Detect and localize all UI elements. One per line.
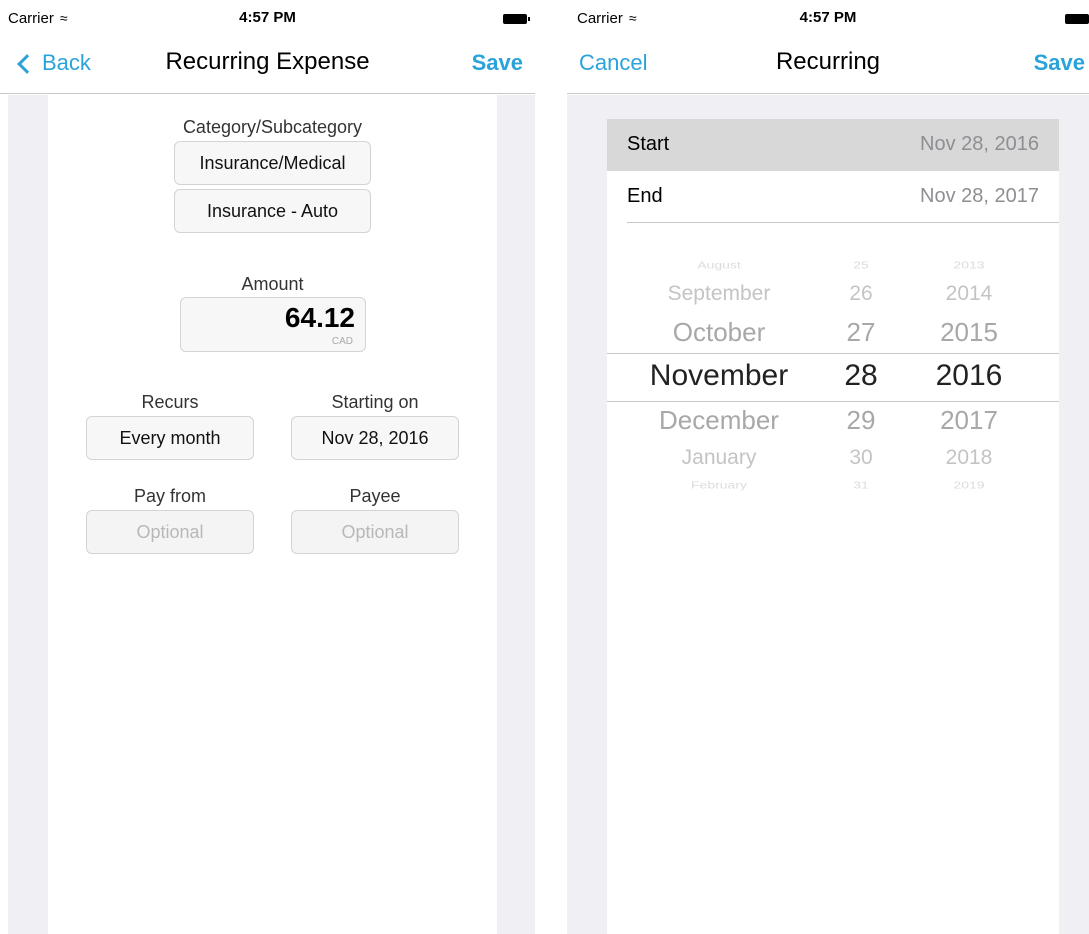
battery-icon: [1065, 14, 1089, 24]
starting-label: Starting on: [331, 392, 419, 412]
picker-selection-top-line: [607, 353, 1059, 354]
status-bar: Carrier ≈ 4:57 PM: [0, 0, 535, 40]
recurs-button[interactable]: Every month: [86, 416, 254, 460]
recurring-screen: Carrier ≈ 4:57 PM Cancel Recurring Save S…: [567, 0, 1089, 934]
page-title: Recurring: [775, 48, 881, 75]
picker-year-item[interactable]: 2018: [914, 446, 1024, 470]
date-picker[interactable]: August September October November December Ja…: [607, 247, 1059, 507]
start-row[interactable]: Start Nov 28, 2016: [607, 119, 1059, 171]
picker-month-item[interactable]: February: [619, 479, 819, 490]
nav-bar: Cancel Recurring Save: [567, 40, 1089, 94]
payee-label: Payee: [349, 486, 401, 506]
picker-day-item[interactable]: 27: [831, 317, 891, 348]
left-margin: [567, 95, 607, 934]
status-time: 4:57 PM: [239, 9, 296, 26]
category-label: Category/Subcategory: [182, 117, 363, 137]
subcategory-button[interactable]: Insurance - Auto: [174, 189, 371, 233]
recurring-expense-screen: Carrier ≈ 4:57 PM Back Recurring Expense …: [0, 0, 535, 934]
picker-day-item[interactable]: 29: [831, 405, 891, 436]
status-bar: Carrier ≈ 4:57 PM: [567, 0, 1089, 40]
nav-bar: Back Recurring Expense Save: [0, 40, 535, 94]
picker-month-item[interactable]: August: [619, 259, 819, 270]
start-label: Start: [627, 133, 670, 155]
picker-selection-bottom-line: [607, 401, 1059, 402]
payfrom-field[interactable]: Optional: [86, 510, 254, 554]
top-spacer: [607, 95, 1059, 119]
currency-label: CAD: [331, 336, 353, 347]
expense-form: Category/Subcategory Insurance/Medical I…: [48, 95, 497, 934]
category-button[interactable]: Insurance/Medical: [174, 141, 371, 185]
recurring-form: Start Nov 28, 2016 End Nov 28, 2017 Augu…: [607, 95, 1059, 934]
page-title: Recurring Expense: [165, 48, 370, 75]
amount-value: 64.12: [284, 302, 355, 333]
picker-year-item[interactable]: 2015: [914, 317, 1024, 348]
save-button[interactable]: Save: [472, 50, 523, 76]
right-margin: [1059, 95, 1089, 934]
end-label: End: [627, 185, 663, 207]
end-value: Nov 28, 2017: [920, 185, 1039, 207]
end-row[interactable]: End Nov 28, 2017: [627, 171, 1059, 223]
picker-month-item[interactable]: October: [619, 317, 819, 348]
recurs-label: Recurs: [141, 392, 199, 412]
battery-icon: [503, 14, 530, 24]
right-margin: [497, 95, 535, 934]
save-button[interactable]: Save: [1034, 50, 1085, 76]
left-margin: [8, 95, 48, 934]
picker-month-item[interactable]: September: [619, 282, 819, 306]
picker-month-item[interactable]: January: [619, 446, 819, 470]
amount-label: Amount: [241, 274, 304, 294]
picker-year-item[interactable]: 2019: [914, 479, 1024, 490]
picker-day-item[interactable]: 31: [831, 479, 891, 490]
payee-field[interactable]: Optional: [291, 510, 459, 554]
status-time: 4:57 PM: [799, 9, 857, 26]
picker-month-item[interactable]: December: [619, 405, 819, 436]
start-value: Nov 28, 2016: [920, 133, 1039, 155]
payfrom-label: Pay from: [133, 486, 207, 506]
divider: [535, 0, 567, 934]
starting-date-button[interactable]: Nov 28, 2016: [291, 416, 459, 460]
picker-day-item[interactable]: 25: [831, 259, 891, 270]
picker-month-item[interactable]: November: [619, 359, 819, 393]
picker-day-item[interactable]: 30: [831, 446, 891, 470]
picker-day-item[interactable]: 26: [831, 282, 891, 306]
picker-year-item[interactable]: 2014: [914, 282, 1024, 306]
picker-day-item[interactable]: 28: [831, 359, 891, 393]
picker-year-item[interactable]: 2016: [914, 359, 1024, 393]
picker-year-item[interactable]: 2017: [914, 405, 1024, 436]
amount-field[interactable]: 64.12 CAD: [180, 297, 366, 352]
picker-year-item[interactable]: 2013: [914, 259, 1024, 270]
